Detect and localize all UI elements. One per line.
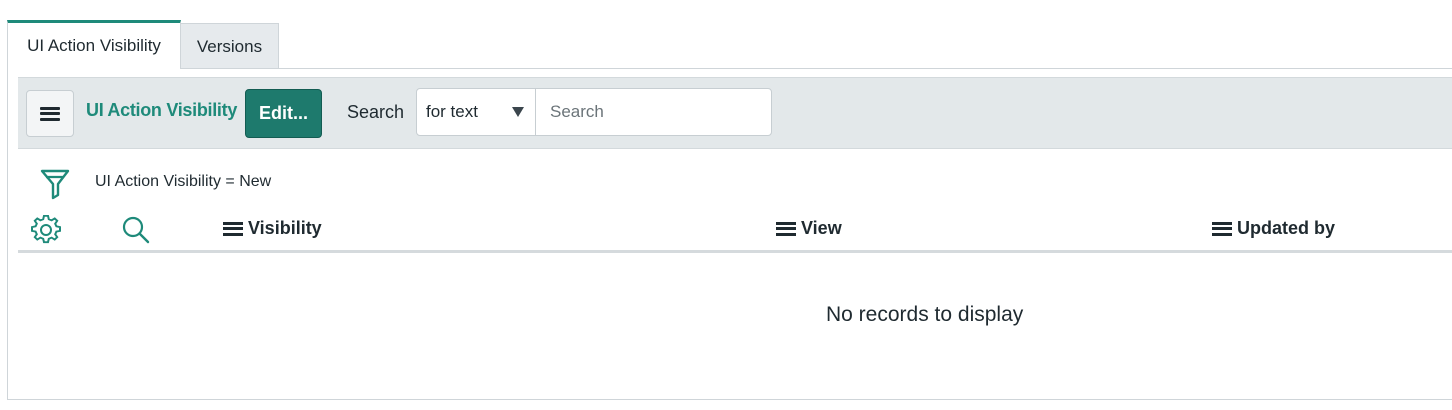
search-label: Search xyxy=(347,102,405,122)
column-label: View xyxy=(801,218,842,238)
column-menu-icon[interactable] xyxy=(776,221,796,236)
list-title-link[interactable]: UI Action Visibility xyxy=(86,100,237,121)
filter-condition-text[interactable]: UI Action Visibility = New xyxy=(95,173,271,191)
column-label: Updated by xyxy=(1237,218,1336,238)
caret-down-icon xyxy=(512,107,524,117)
list-toolbar: UI Action Visibility Edit... Search for … xyxy=(18,77,1452,149)
tab-ui-action-visibility[interactable]: UI Action Visibility xyxy=(7,20,181,69)
table-header-row: Visibility View Updated by xyxy=(18,209,1452,253)
search-field-select[interactable]: for text xyxy=(417,89,536,135)
column-header-visibility[interactable]: Visibility xyxy=(223,218,322,239)
tab-bar: UI Action Visibility Versions xyxy=(7,20,279,69)
filter-funnel-icon[interactable] xyxy=(40,168,70,200)
tab-versions[interactable]: Versions xyxy=(181,23,279,69)
column-label: Visibility xyxy=(248,218,322,238)
column-menu-icon[interactable] xyxy=(1212,221,1232,236)
column-menu-icon[interactable] xyxy=(223,221,243,236)
empty-state-message: No records to display xyxy=(826,303,1024,326)
gear-icon[interactable] xyxy=(31,215,61,245)
edit-button[interactable]: Edit... xyxy=(245,89,322,138)
search-group: for text xyxy=(416,88,772,136)
list-menu-button[interactable] xyxy=(26,90,74,137)
search-input[interactable] xyxy=(536,89,771,135)
filter-breadcrumb: UI Action Visibility = New xyxy=(40,167,271,201)
hamburger-menu-icon xyxy=(40,106,60,121)
list-panel: UI Action Visibility Edit... Search for … xyxy=(7,68,1452,400)
search-field-selected-value: for text xyxy=(426,102,478,121)
column-header-updated-by[interactable]: Updated by xyxy=(1212,218,1335,239)
search-icon[interactable] xyxy=(121,215,151,245)
column-header-view[interactable]: View xyxy=(776,218,842,239)
